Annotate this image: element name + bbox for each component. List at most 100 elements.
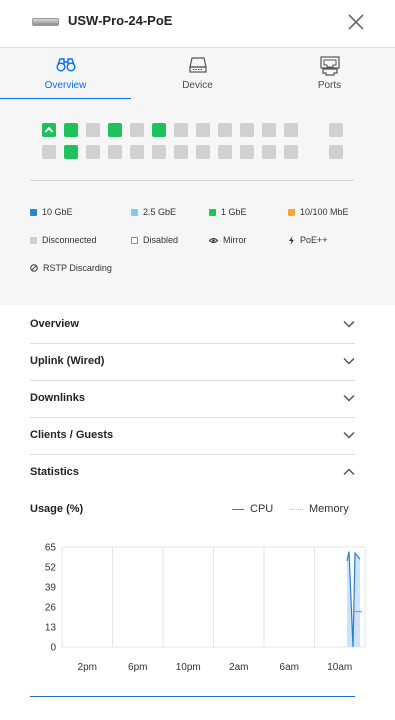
legend-10-100mbe: 10/100 MbE — [288, 207, 349, 217]
uplink-caret-icon — [44, 126, 54, 133]
port-panel-divider — [30, 180, 354, 181]
port[interactable] — [130, 145, 144, 159]
cpu-legend-line — [232, 508, 244, 510]
tab-device[interactable]: Device — [132, 48, 263, 99]
legend-cpu[interactable]: CPU — [232, 503, 273, 515]
legend-swatch-10-100mbe — [288, 208, 295, 216]
tab-ports[interactable]: Ports — [264, 48, 395, 99]
port[interactable] — [130, 123, 144, 137]
legend-1gbe: 1 GbE — [209, 207, 247, 217]
legend-swatch-disconnected — [30, 236, 37, 244]
legend-swatch-2-5gbe — [131, 208, 138, 216]
port[interactable] — [108, 123, 122, 137]
port[interactable] — [329, 123, 343, 137]
port[interactable] — [284, 145, 298, 159]
usage-title: Usage (%) — [30, 503, 84, 515]
port[interactable] — [42, 145, 56, 159]
panel-header: USW-Pro-24-PoE — [0, 0, 395, 46]
legend-label: Mirror — [223, 235, 247, 245]
section-title: Downlinks — [30, 392, 86, 404]
legend-cpu-label: CPU — [250, 503, 274, 515]
chevron-down-icon — [343, 320, 355, 328]
port[interactable] — [262, 145, 276, 159]
legend-label: 10/100 MbE — [300, 207, 349, 217]
x-tick-label: 6am — [280, 662, 299, 673]
usage-chart: 0 13 26 39 52 65 2pm 6pm 10pm 2am 6am 10am — [45, 543, 366, 673]
switch-device-icon — [188, 57, 207, 73]
section-statistics[interactable]: Statistics — [30, 454, 355, 491]
port[interactable] — [64, 123, 78, 137]
tab-device-label: Device — [182, 80, 213, 91]
port[interactable] — [152, 123, 166, 137]
tab-overview-label: Overview — [44, 80, 87, 91]
section-downlinks[interactable]: Downlinks — [30, 380, 355, 418]
x-tick-label: 10am — [327, 662, 352, 673]
legend-swatch-disabled — [131, 236, 138, 244]
legend-poe: PoE++ — [288, 235, 328, 245]
device-thumbnail-icon — [32, 18, 59, 26]
x-tick-label: 10pm — [176, 662, 201, 673]
chevron-down-icon — [343, 394, 355, 402]
chevron-down-icon — [343, 431, 355, 439]
port[interactable] — [152, 145, 166, 159]
port[interactable] — [196, 145, 210, 159]
port[interactable] — [86, 145, 100, 159]
memory-legend-line — [291, 508, 303, 510]
x-tick-label: 6pm — [128, 662, 147, 673]
y-tick-label: 39 — [45, 583, 57, 594]
x-tick-label: 2pm — [78, 662, 97, 673]
eye-icon — [209, 237, 218, 243]
legend-label: Disabled — [143, 235, 179, 245]
legend-10gbe: 10 GbE — [30, 207, 73, 217]
y-tick-label: 65 — [45, 543, 57, 554]
section-title: Overview — [30, 318, 79, 330]
port[interactable] — [284, 123, 298, 137]
section-title: Uplink (Wired) — [30, 355, 105, 367]
legend-swatch-10gbe — [30, 208, 37, 216]
port-panel: 10 GbE 2.5 GbE 1 GbE 10/100 MbE Disconne… — [0, 99, 395, 305]
y-tick-label: 26 — [45, 603, 57, 614]
tab-ports-label: Ports — [317, 80, 342, 91]
port[interactable] — [218, 123, 232, 137]
port[interactable] — [262, 123, 276, 137]
chart-bottom-border — [30, 696, 355, 697]
port[interactable] — [86, 123, 100, 137]
legend-label: 1 GbE — [221, 207, 247, 217]
legend-swatch-1gbe — [209, 208, 216, 216]
legend-2-5gbe: 2.5 GbE — [131, 207, 176, 217]
y-tick-label: 0 — [50, 643, 56, 654]
chevron-up-icon — [343, 468, 355, 476]
legend-disconnected: Disconnected — [30, 235, 97, 245]
port[interactable] — [64, 145, 78, 159]
port[interactable] — [174, 123, 188, 137]
legend-rstp-discarding: RSTP Discarding — [30, 263, 112, 273]
device-title: USW-Pro-24-PoE — [68, 13, 173, 28]
port[interactable] — [218, 145, 232, 159]
legend-memory[interactable]: Memory — [291, 503, 349, 515]
port[interactable] — [108, 145, 122, 159]
legend-label: PoE++ — [300, 235, 328, 245]
legend-label: 2.5 GbE — [143, 207, 177, 217]
tab-bar: Overview Device Ports — [0, 47, 395, 100]
section-title: Clients / Guests — [30, 429, 114, 441]
port-uplink[interactable] — [42, 123, 56, 137]
section-clients-guests[interactable]: Clients / Guests — [30, 417, 355, 455]
legend-mirror: Mirror — [209, 235, 247, 245]
legend-disabled: Disabled — [131, 235, 178, 245]
close-icon[interactable] — [347, 13, 365, 31]
bolt-icon — [289, 235, 294, 245]
y-tick-label: 13 — [45, 623, 57, 634]
port[interactable] — [240, 145, 254, 159]
section-uplink-wired[interactable]: Uplink (Wired) — [30, 343, 355, 381]
binoculars-icon — [56, 58, 75, 72]
section-overview[interactable]: Overview — [30, 306, 355, 344]
legend-label: Disconnected — [42, 235, 97, 245]
port[interactable] — [329, 145, 343, 159]
tab-overview[interactable]: Overview — [0, 48, 131, 100]
port[interactable] — [240, 123, 254, 137]
ethernet-port-icon — [319, 56, 340, 76]
legend-memory-label: Memory — [309, 503, 349, 515]
port[interactable] — [196, 123, 210, 137]
port[interactable] — [174, 145, 188, 159]
x-tick-label: 2am — [229, 662, 248, 673]
